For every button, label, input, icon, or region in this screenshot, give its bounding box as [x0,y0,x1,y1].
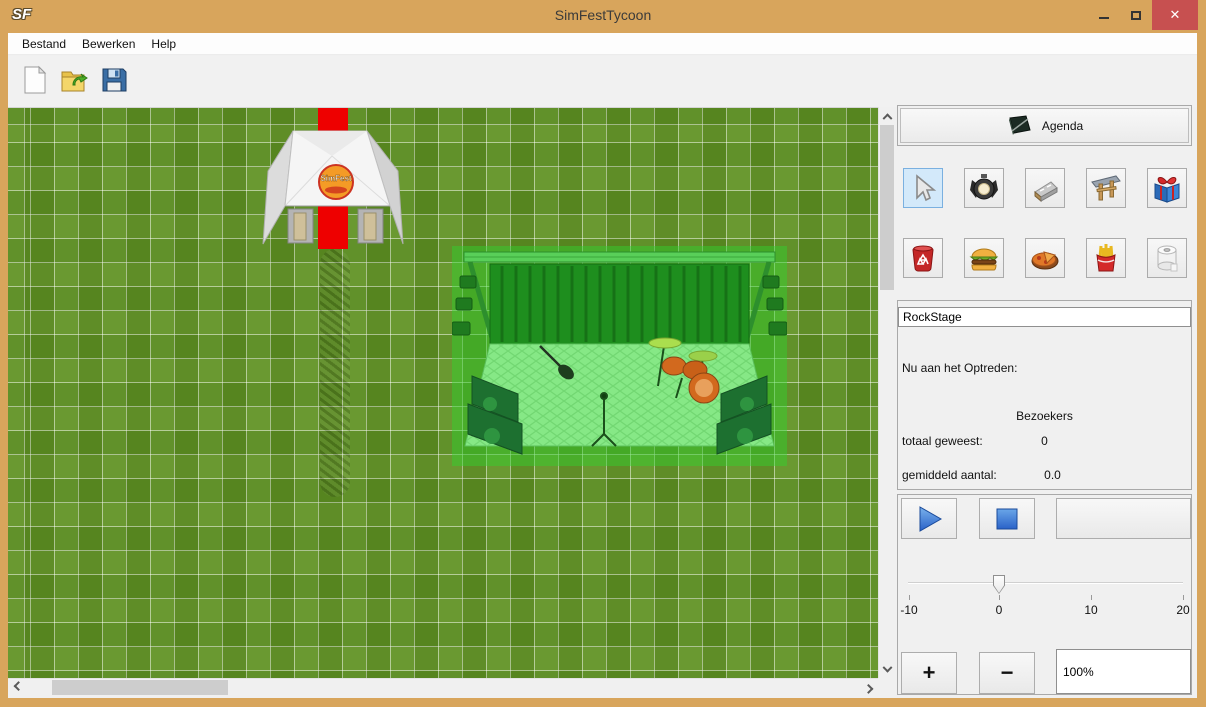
now-performing-label: Nu aan het Optreden: [902,361,1017,375]
close-button[interactable]: ✕ [1152,0,1198,30]
fries-icon [1090,242,1122,274]
speed-slider-thumb[interactable] [993,575,1005,594]
tool-trash-bin[interactable] [903,238,943,278]
stop-button[interactable] [979,498,1035,539]
menubar: Bestand Bewerken Help [8,33,1197,55]
tent-logo-text: SimFest [320,174,351,183]
stage-name-input[interactable] [898,307,1191,327]
speed-slider-track[interactable] [908,582,1183,584]
extra-button[interactable] [1056,498,1191,539]
toolbar [8,56,1197,107]
new-file-icon [19,65,49,95]
menu-bestand[interactable]: Bestand [14,34,74,54]
entrance-tent[interactable]: SimFest [260,126,416,256]
tool-toilet-roll[interactable] [1147,238,1187,278]
spotlight-icon [968,172,1000,204]
slider-tick-label: 20 [1176,603,1189,617]
scroll-left-icon[interactable] [10,679,26,695]
tool-entrance-gate[interactable] [1086,168,1126,208]
cursor-icon [907,172,939,204]
agenda-group: Agenda [897,105,1192,146]
menu-help[interactable]: Help [143,34,184,54]
entrance-gate-icon [1090,172,1122,204]
minimize-icon [1099,17,1109,19]
pizza-icon [1029,242,1061,274]
toilet-roll-icon [1151,242,1183,274]
minimize-button[interactable] [1088,0,1120,30]
play-icon [914,504,944,534]
rock-stage[interactable] [452,246,787,466]
stage-info-panel: Nu aan het Optreden: Bezoekers totaal ge… [897,300,1192,490]
slider-tick [1091,595,1092,600]
visitors-header: Bezoekers [898,409,1191,423]
trash-bin-icon [907,242,939,274]
sidebar: Agenda [897,105,1192,695]
window-title: SimFestTycoon [0,7,1206,23]
tool-burger-stand[interactable] [964,238,1004,278]
agenda-book-icon [1006,115,1032,137]
slider-tick-label: -10 [900,603,917,617]
open-file-icon [59,65,89,95]
agenda-label: Agenda [1042,119,1083,133]
burger-icon [968,242,1000,274]
canvas-vertical-scrollbar[interactable] [878,107,894,678]
menu-bewerken[interactable]: Bewerken [74,34,143,54]
slider-tick-label: 10 [1084,603,1097,617]
tool-road-tile[interactable] [1025,168,1065,208]
stop-icon [994,506,1020,532]
maximize-icon [1131,11,1141,20]
dirt-path[interactable] [320,249,350,497]
window-content: Bestand Bewerken Help [8,33,1197,698]
canvas-horizontal-scrollbar[interactable] [8,678,878,695]
festival-map-canvas[interactable]: SimFest [8,107,878,678]
scroll-up-icon[interactable] [879,107,895,123]
save-file-button[interactable] [96,62,132,98]
tool-pizza-stand[interactable] [1025,238,1065,278]
zoom-out-button[interactable]: − [979,652,1035,694]
average-visitors-value: 0.0 [906,468,1199,482]
titlebar[interactable]: SF SimFestTycoon ✕ [0,0,1206,33]
save-file-icon [99,65,129,95]
slider-tick-label: 0 [996,603,1003,617]
new-file-button[interactable] [16,62,52,98]
slider-tick [999,595,1000,600]
vertical-scroll-thumb[interactable] [880,125,894,290]
scroll-right-icon[interactable] [860,679,876,695]
horizontal-scroll-thumb[interactable] [52,680,228,695]
agenda-button[interactable]: Agenda [900,108,1189,143]
play-button[interactable] [901,498,957,539]
tool-gift-box[interactable] [1147,168,1187,208]
simulation-controls-panel: -10 0 10 20 + − [897,494,1192,695]
tool-select-cursor[interactable] [903,168,943,208]
open-file-button[interactable] [56,62,92,98]
zoom-in-button[interactable]: + [901,652,957,694]
road-icon [1029,172,1061,204]
zoom-level-field[interactable] [1056,649,1191,694]
tool-spotlight[interactable] [964,168,1004,208]
slider-tick [1183,595,1184,600]
slider-tick [909,595,910,600]
scroll-down-icon[interactable] [879,662,895,678]
total-visitors-value: 0 [898,434,1191,448]
gift-icon [1151,172,1183,204]
maximize-button[interactable] [1120,0,1152,30]
app-window: SF SimFestTycoon ✕ Bestand Bewerken Help [0,0,1206,707]
tool-fries-stand[interactable] [1086,238,1126,278]
